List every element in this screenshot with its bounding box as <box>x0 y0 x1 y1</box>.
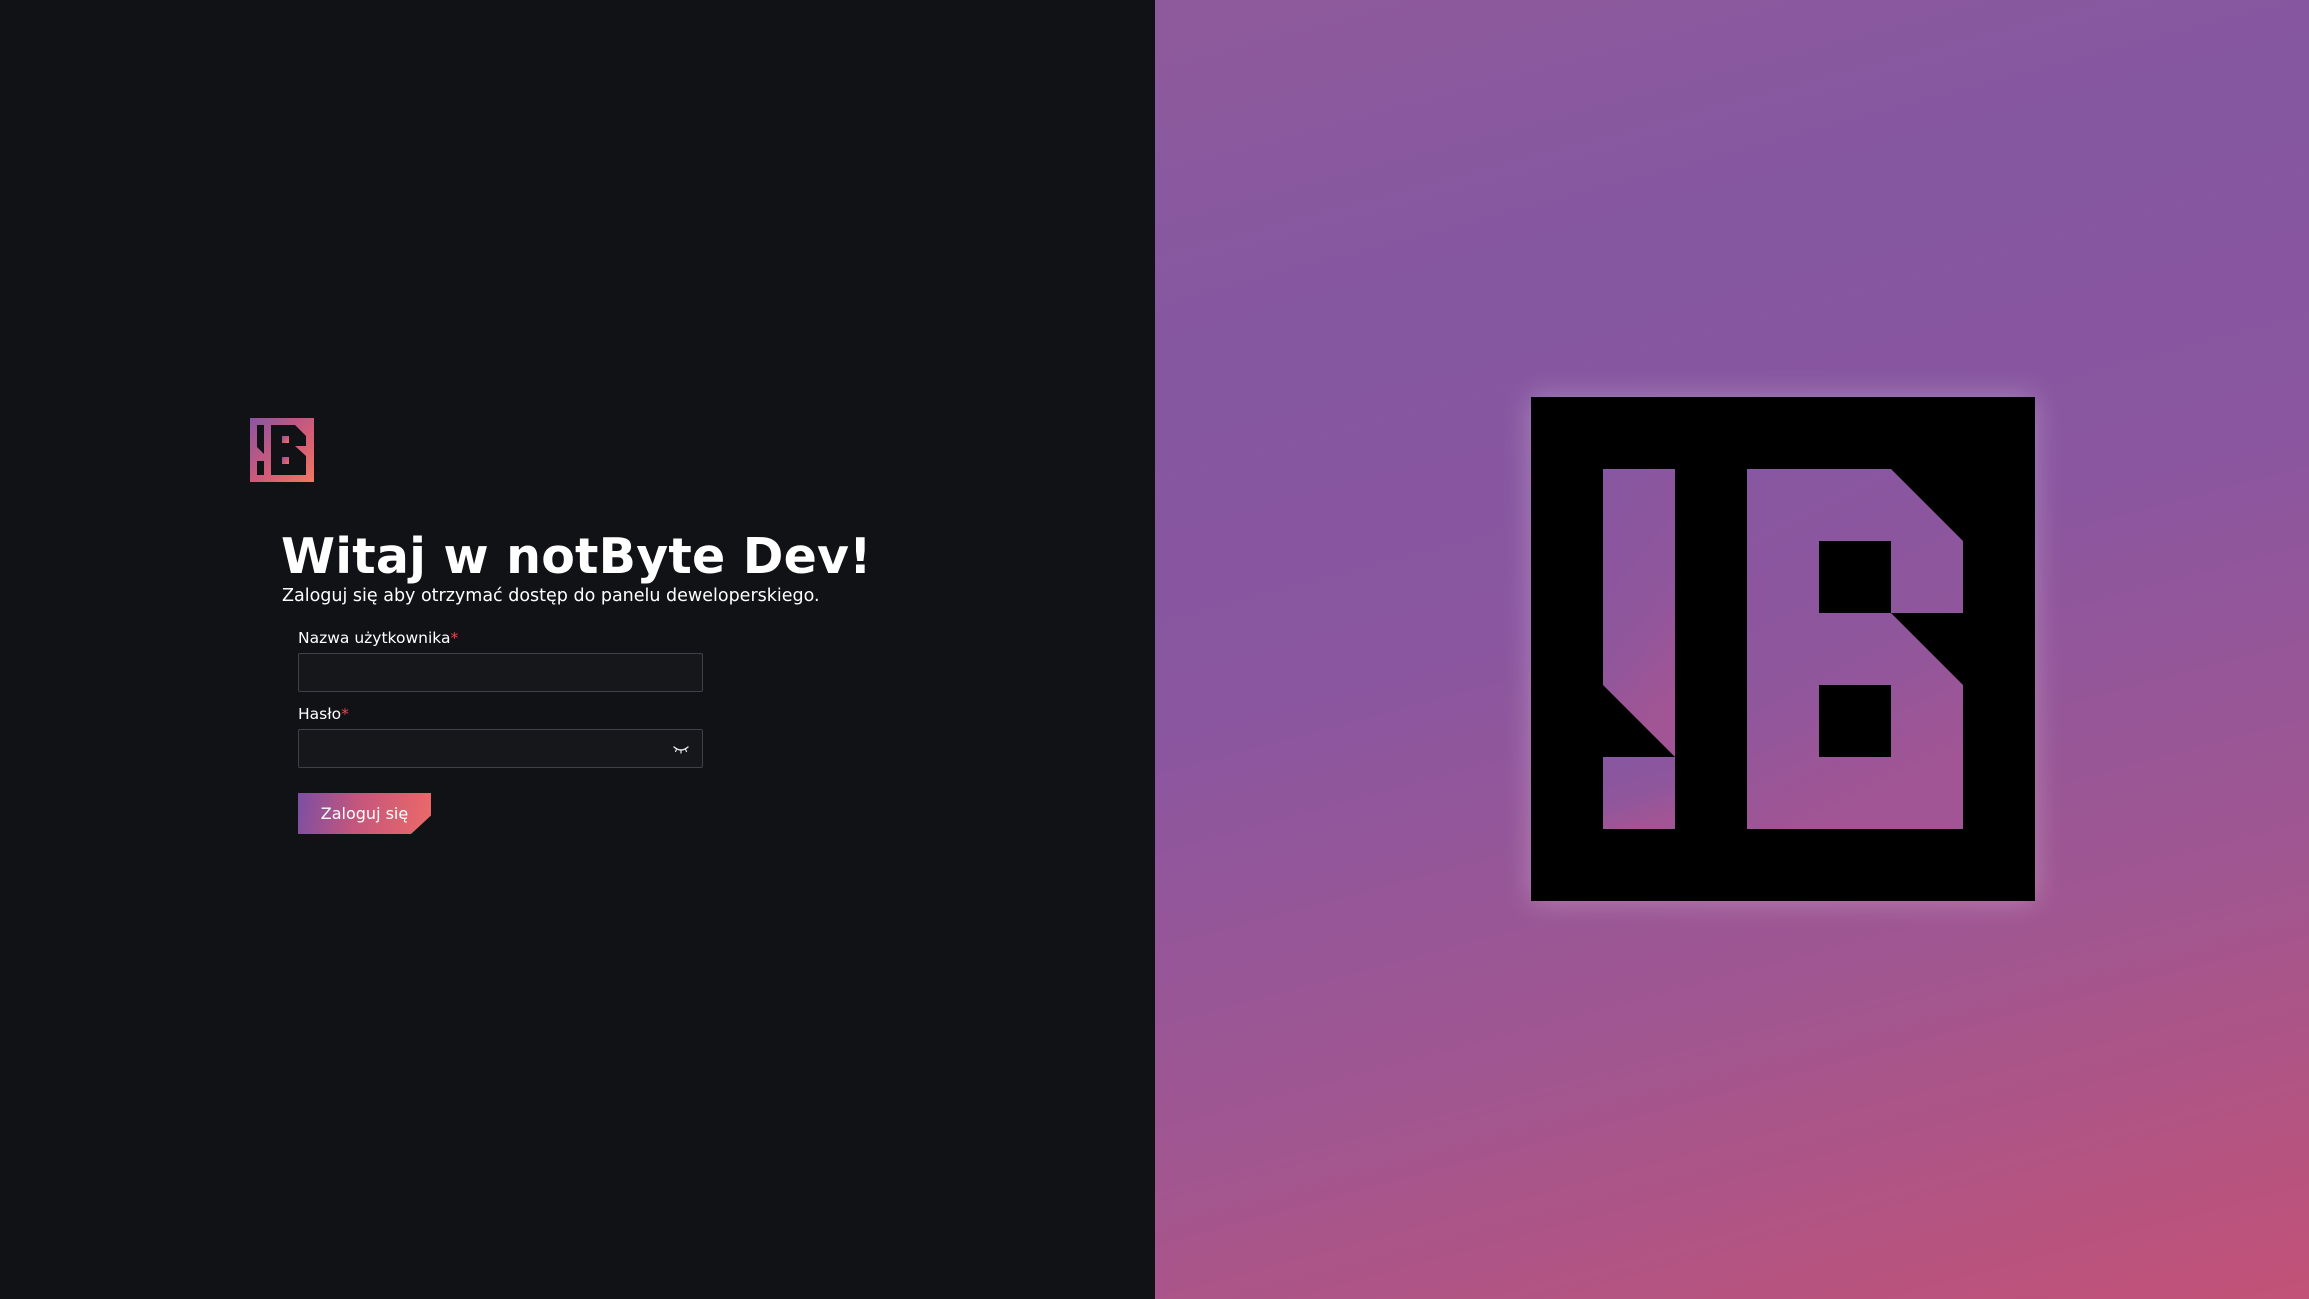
username-label-text: Nazwa użytkownika <box>298 629 451 647</box>
username-label: Nazwa użytkownika* <box>298 628 458 648</box>
page-title: Witaj w notByte Dev! <box>281 528 872 585</box>
password-field-box <box>298 729 703 768</box>
password-label-text: Hasło <box>298 705 342 723</box>
login-button[interactable]: Zaloguj się <box>298 793 431 834</box>
required-marker: * <box>341 705 349 723</box>
login-page: Witaj w notByte Dev! Zaloguj się aby otr… <box>0 0 2309 1299</box>
eye-closed-icon[interactable] <box>672 741 690 757</box>
username-field-box <box>298 653 703 692</box>
notbyte-logo-icon <box>250 418 314 482</box>
login-panel: Witaj w notByte Dev! Zaloguj się aby otr… <box>0 0 1155 1299</box>
brand-panel <box>1155 0 2309 1299</box>
password-input[interactable] <box>299 730 702 767</box>
required-marker: * <box>450 629 459 647</box>
password-label: Hasło* <box>298 704 349 724</box>
page-subtitle: Zaloguj się aby otrzymać dostęp do panel… <box>282 586 820 606</box>
notbyte-logo-large-icon <box>1531 397 2035 901</box>
username-input[interactable] <box>299 654 702 691</box>
